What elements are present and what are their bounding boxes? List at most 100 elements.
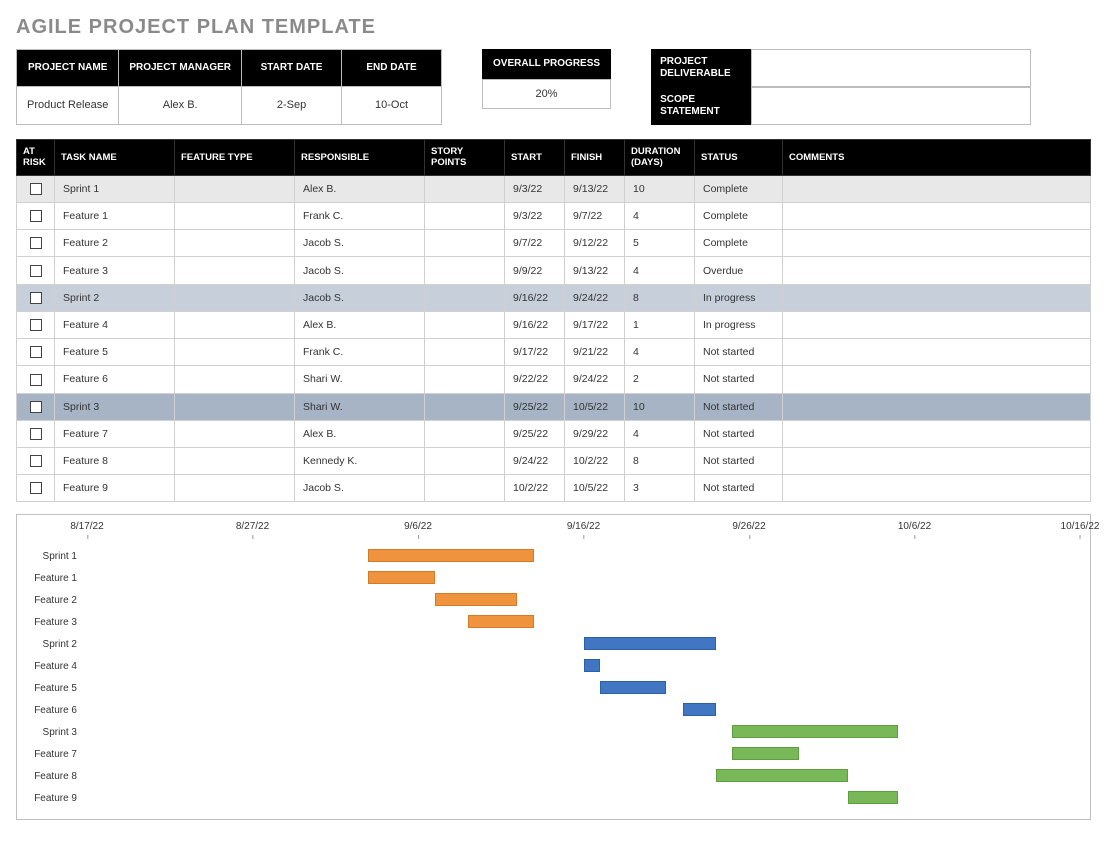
checkbox-icon[interactable]	[30, 183, 42, 195]
duration-cell[interactable]: 8	[625, 284, 695, 311]
comments-cell[interactable]	[783, 420, 1091, 447]
status-cell[interactable]: In progress	[695, 311, 783, 338]
duration-cell[interactable]: 2	[625, 366, 695, 393]
status-cell[interactable]: In progress	[695, 284, 783, 311]
feature-type-cell[interactable]	[175, 257, 295, 284]
story-points-cell[interactable]	[425, 339, 505, 366]
start-cell[interactable]: 9/3/22	[505, 175, 565, 202]
duration-cell[interactable]: 3	[625, 475, 695, 502]
story-points-cell[interactable]	[425, 284, 505, 311]
task-name-cell[interactable]: Feature 7	[55, 420, 175, 447]
finish-cell[interactable]: 9/17/22	[565, 311, 625, 338]
feature-type-cell[interactable]	[175, 175, 295, 202]
status-cell[interactable]: Complete	[695, 175, 783, 202]
duration-cell[interactable]: 10	[625, 175, 695, 202]
status-cell[interactable]: Complete	[695, 203, 783, 230]
comments-cell[interactable]	[783, 257, 1091, 284]
story-points-cell[interactable]	[425, 393, 505, 420]
info-value-project-manager[interactable]: Alex B.	[119, 86, 242, 124]
finish-cell[interactable]: 9/13/22	[565, 175, 625, 202]
finish-cell[interactable]: 9/24/22	[565, 284, 625, 311]
checkbox-icon[interactable]	[30, 428, 42, 440]
start-cell[interactable]: 9/25/22	[505, 420, 565, 447]
task-name-cell[interactable]: Sprint 1	[55, 175, 175, 202]
comments-cell[interactable]	[783, 230, 1091, 257]
task-name-cell[interactable]: Sprint 2	[55, 284, 175, 311]
comments-cell[interactable]	[783, 475, 1091, 502]
status-cell[interactable]: Complete	[695, 230, 783, 257]
finish-cell[interactable]: 10/2/22	[565, 447, 625, 474]
finish-cell[interactable]: 9/29/22	[565, 420, 625, 447]
status-cell[interactable]: Not started	[695, 420, 783, 447]
feature-type-cell[interactable]	[175, 203, 295, 230]
start-cell[interactable]: 9/22/22	[505, 366, 565, 393]
responsible-cell[interactable]: Jacob S.	[295, 284, 425, 311]
checkbox-icon[interactable]	[30, 292, 42, 304]
status-cell[interactable]: Not started	[695, 366, 783, 393]
finish-cell[interactable]: 9/24/22	[565, 366, 625, 393]
status-cell[interactable]: Overdue	[695, 257, 783, 284]
comments-cell[interactable]	[783, 366, 1091, 393]
duration-cell[interactable]: 4	[625, 339, 695, 366]
task-name-cell[interactable]: Feature 9	[55, 475, 175, 502]
checkbox-icon[interactable]	[30, 237, 42, 249]
task-name-cell[interactable]: Feature 8	[55, 447, 175, 474]
feature-type-cell[interactable]	[175, 230, 295, 257]
duration-cell[interactable]: 10	[625, 393, 695, 420]
checkbox-icon[interactable]	[30, 374, 42, 386]
feature-type-cell[interactable]	[175, 393, 295, 420]
feature-type-cell[interactable]	[175, 366, 295, 393]
finish-cell[interactable]: 10/5/22	[565, 475, 625, 502]
task-name-cell[interactable]: Feature 5	[55, 339, 175, 366]
scope-statement-value[interactable]	[751, 87, 1031, 125]
start-cell[interactable]: 9/16/22	[505, 284, 565, 311]
finish-cell[interactable]: 9/7/22	[565, 203, 625, 230]
feature-type-cell[interactable]	[175, 475, 295, 502]
story-points-cell[interactable]	[425, 447, 505, 474]
start-cell[interactable]: 9/25/22	[505, 393, 565, 420]
checkbox-icon[interactable]	[30, 265, 42, 277]
start-cell[interactable]: 10/2/22	[505, 475, 565, 502]
task-name-cell[interactable]: Feature 4	[55, 311, 175, 338]
comments-cell[interactable]	[783, 339, 1091, 366]
responsible-cell[interactable]: Jacob S.	[295, 257, 425, 284]
duration-cell[interactable]: 4	[625, 257, 695, 284]
story-points-cell[interactable]	[425, 203, 505, 230]
start-cell[interactable]: 9/24/22	[505, 447, 565, 474]
comments-cell[interactable]	[783, 311, 1091, 338]
info-value-project-name[interactable]: Product Release	[17, 86, 119, 124]
responsible-cell[interactable]: Alex B.	[295, 420, 425, 447]
duration-cell[interactable]: 1	[625, 311, 695, 338]
feature-type-cell[interactable]	[175, 311, 295, 338]
responsible-cell[interactable]: Alex B.	[295, 311, 425, 338]
task-name-cell[interactable]: Feature 6	[55, 366, 175, 393]
feature-type-cell[interactable]	[175, 420, 295, 447]
finish-cell[interactable]: 9/12/22	[565, 230, 625, 257]
checkbox-icon[interactable]	[30, 346, 42, 358]
comments-cell[interactable]	[783, 203, 1091, 230]
comments-cell[interactable]	[783, 175, 1091, 202]
comments-cell[interactable]	[783, 284, 1091, 311]
checkbox-icon[interactable]	[30, 455, 42, 467]
checkbox-icon[interactable]	[30, 482, 42, 494]
status-cell[interactable]: Not started	[695, 475, 783, 502]
story-points-cell[interactable]	[425, 230, 505, 257]
duration-cell[interactable]: 5	[625, 230, 695, 257]
story-points-cell[interactable]	[425, 366, 505, 393]
duration-cell[interactable]: 4	[625, 420, 695, 447]
responsible-cell[interactable]: Frank C.	[295, 203, 425, 230]
start-cell[interactable]: 9/16/22	[505, 311, 565, 338]
responsible-cell[interactable]: Shari W.	[295, 366, 425, 393]
feature-type-cell[interactable]	[175, 447, 295, 474]
duration-cell[interactable]: 8	[625, 447, 695, 474]
duration-cell[interactable]: 4	[625, 203, 695, 230]
start-cell[interactable]: 9/7/22	[505, 230, 565, 257]
finish-cell[interactable]: 10/5/22	[565, 393, 625, 420]
task-name-cell[interactable]: Feature 1	[55, 203, 175, 230]
comments-cell[interactable]	[783, 393, 1091, 420]
story-points-cell[interactable]	[425, 420, 505, 447]
info-value-start-date[interactable]: 2-Sep	[242, 86, 342, 124]
status-cell[interactable]: Not started	[695, 393, 783, 420]
status-cell[interactable]: Not started	[695, 339, 783, 366]
checkbox-icon[interactable]	[30, 210, 42, 222]
